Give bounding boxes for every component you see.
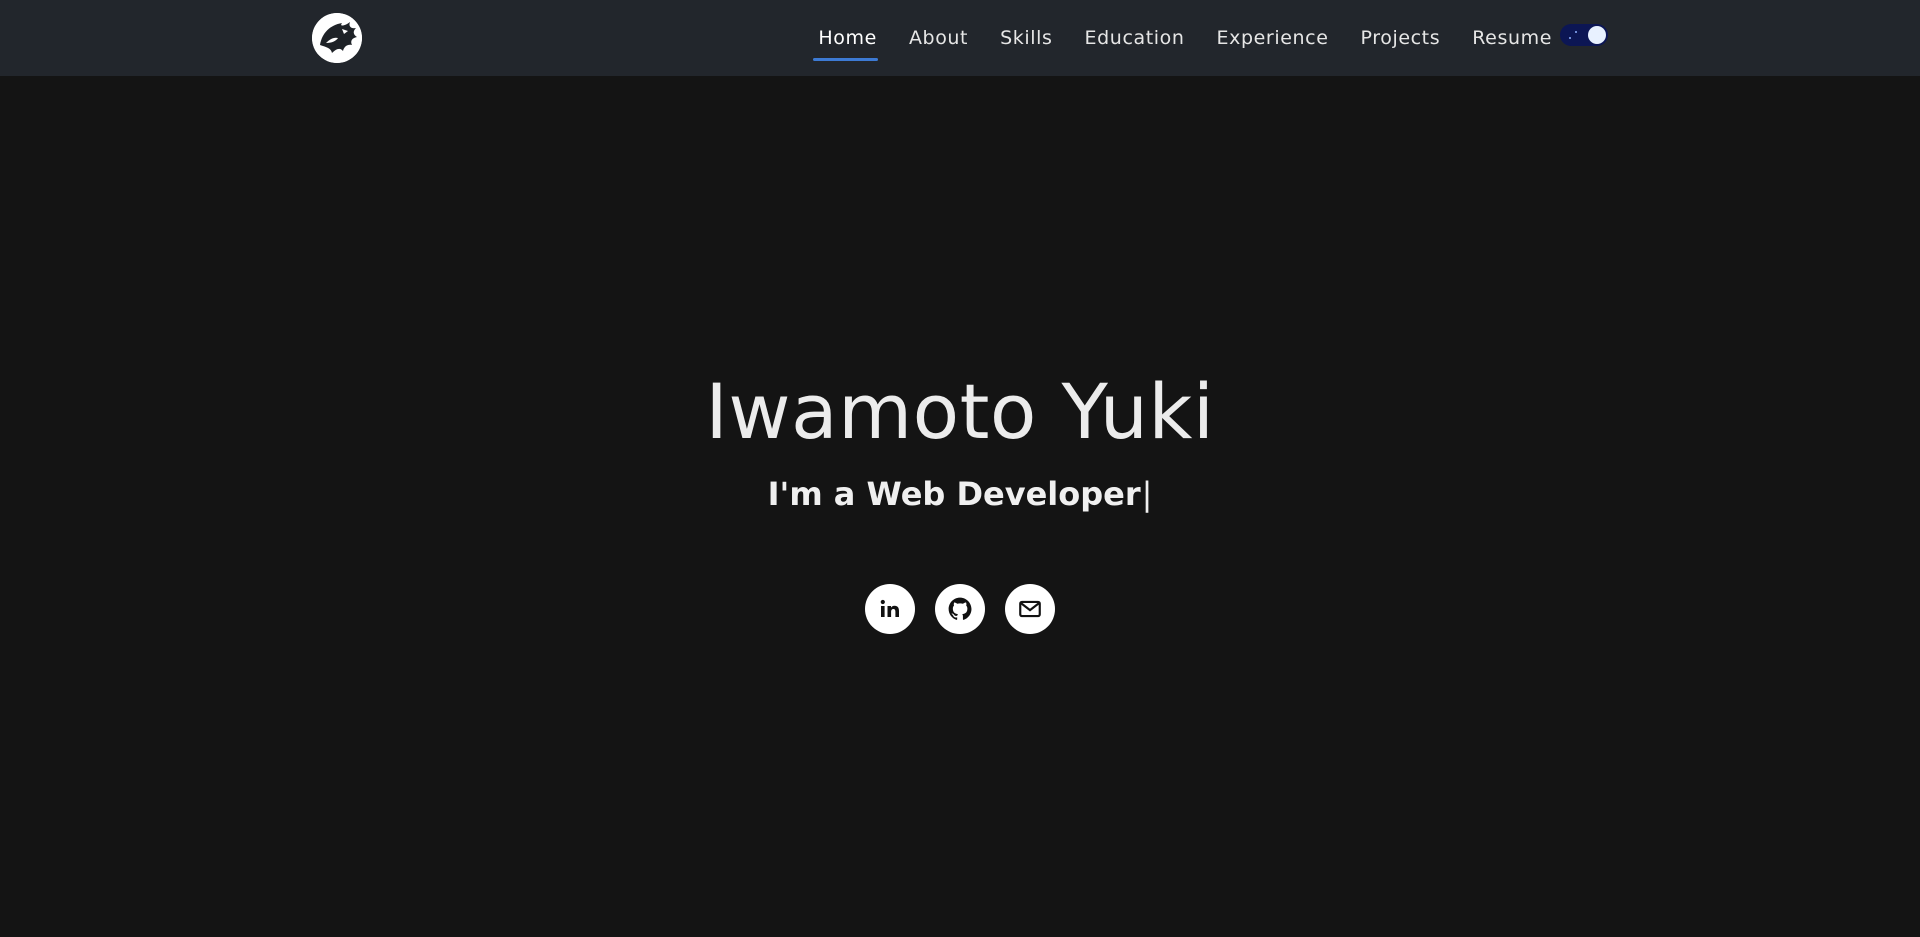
nav-item-education[interactable]: Education: [1085, 23, 1185, 53]
hero-name: Iwamoto Yuki: [705, 367, 1215, 456]
nav-item-label: Projects: [1360, 27, 1441, 49]
navbar: Home About Skills Education Experience P…: [0, 0, 1920, 76]
theme-toggle[interactable]: [1560, 24, 1608, 46]
subtitle-role: Web Developer: [866, 475, 1141, 513]
mail-icon: [1019, 600, 1041, 618]
linkedin-button[interactable]: [865, 584, 915, 634]
subtitle-prefix: I'm a: [767, 475, 867, 513]
github-icon: [948, 597, 972, 620]
nav-item-home[interactable]: Home: [813, 23, 878, 61]
social-links: [0, 584, 1920, 634]
nav-item-label: Experience: [1216, 27, 1329, 49]
star-decoration: [1575, 31, 1577, 33]
github-button[interactable]: [935, 584, 985, 634]
nav-item-label: Resume: [1472, 27, 1552, 49]
active-underline: [813, 58, 878, 61]
mail-button[interactable]: [1005, 584, 1055, 634]
nav-item-about[interactable]: About: [909, 23, 968, 53]
nav-item-label: About: [908, 27, 969, 49]
nav-item-experience[interactable]: Experience: [1217, 23, 1329, 53]
nav-item-label: Home: [818, 27, 877, 49]
nav-item-label: Skills: [1000, 27, 1053, 49]
linkedin-icon: [880, 599, 899, 617]
nav-item-label: Education: [1084, 27, 1185, 49]
toggle-knob: [1588, 26, 1606, 44]
nav-item-projects[interactable]: Projects: [1361, 23, 1441, 53]
dragon-logo-icon[interactable]: [312, 13, 362, 63]
star-decoration: [1569, 37, 1571, 39]
nav-item-skills[interactable]: Skills: [1000, 23, 1052, 53]
nav-links: Home About Skills Education Experience P…: [813, 0, 1552, 76]
typing-cursor: |: [1141, 475, 1153, 513]
hero-subtitle: I'm a Web Developer|: [0, 478, 1920, 510]
nav-item-resume[interactable]: Resume: [1472, 23, 1552, 53]
hero-section: Iwamoto Yuki I'm a Web Developer|: [0, 76, 1920, 937]
